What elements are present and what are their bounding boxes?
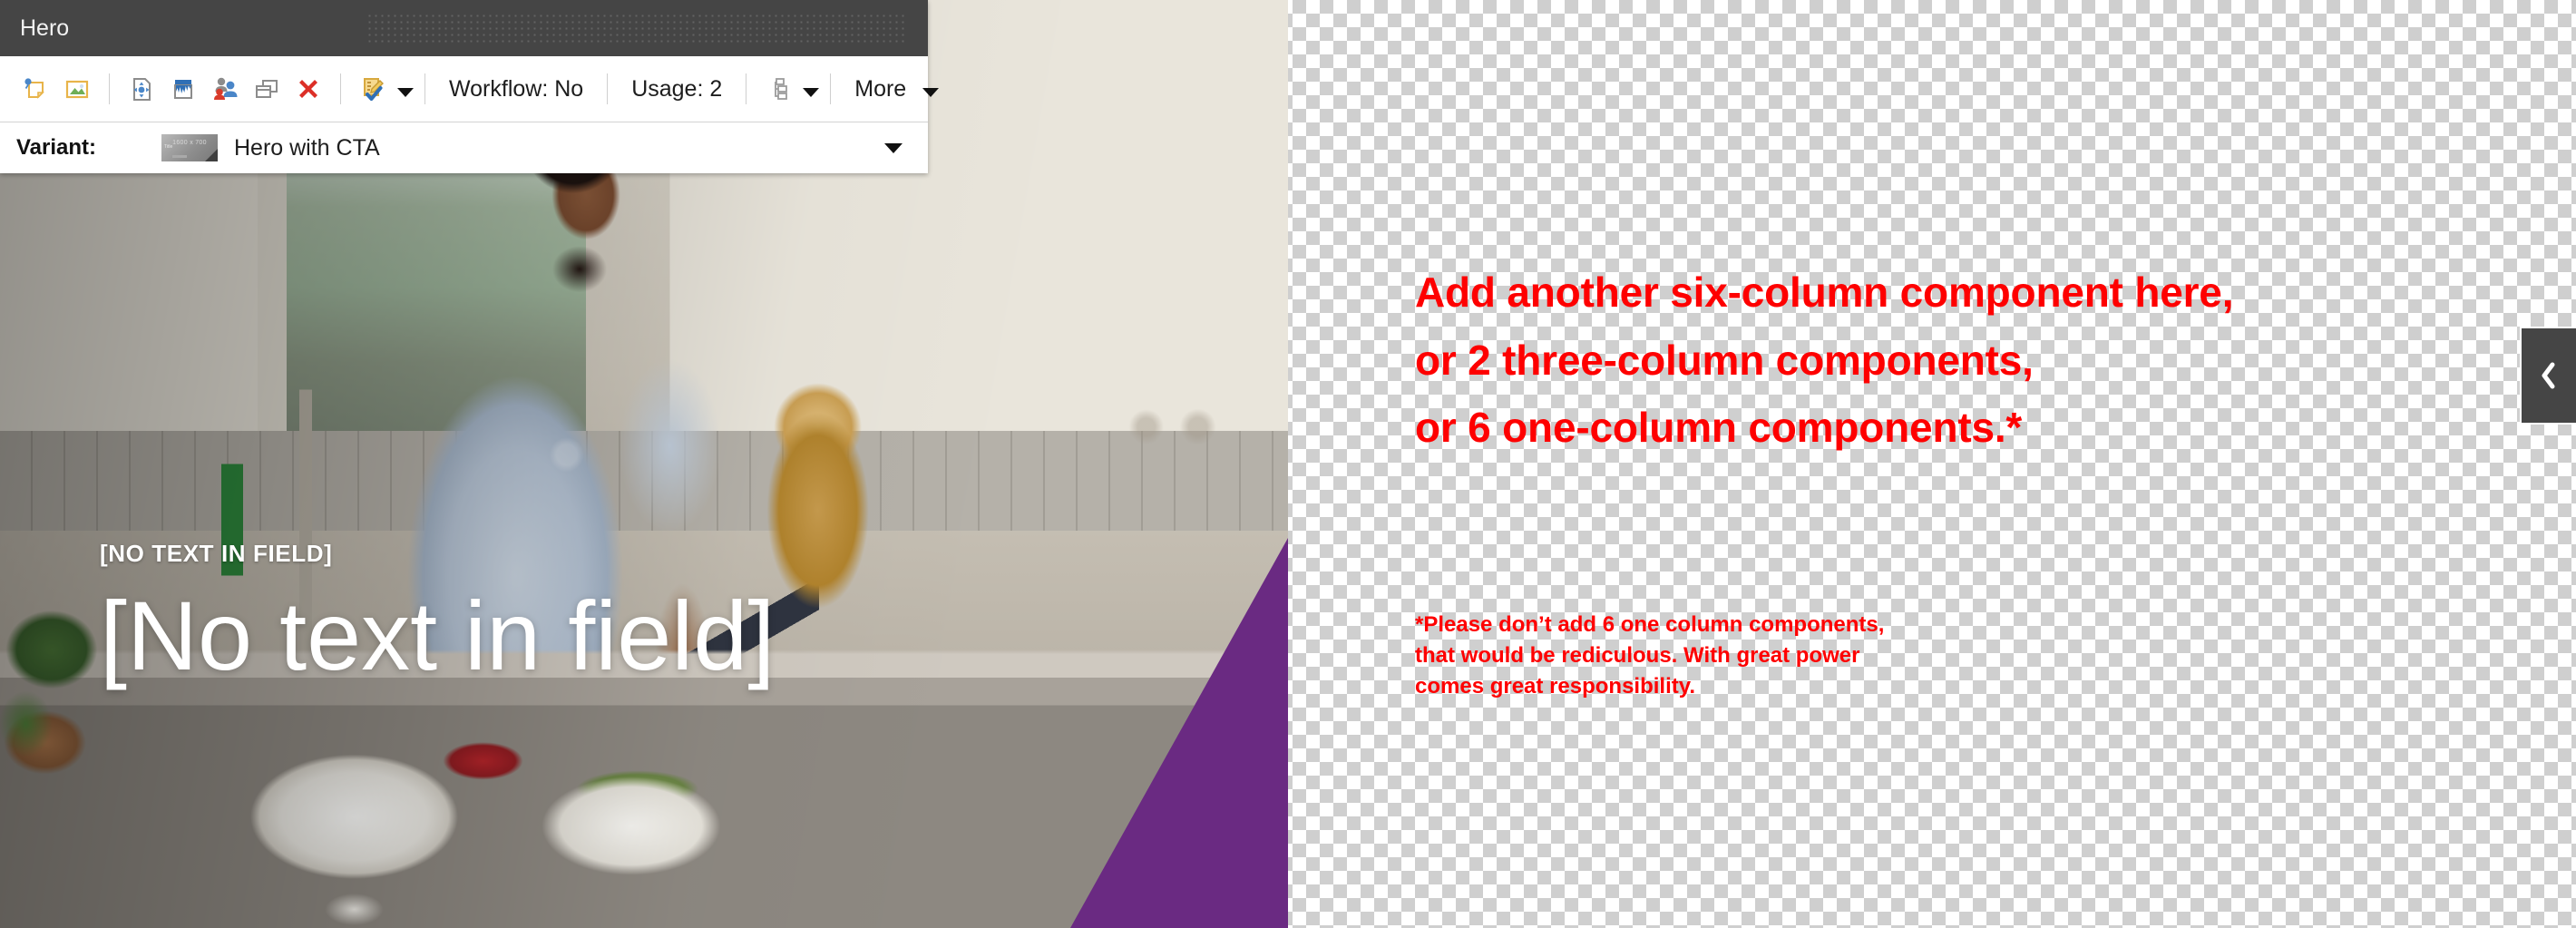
variant-selector-row[interactable]: Variant: Title 1600 x 700 Hero with CTA xyxy=(0,122,928,173)
site-tree-icon[interactable] xyxy=(757,68,799,110)
toolbar-divider xyxy=(109,73,110,104)
site-tree-group[interactable] xyxy=(757,68,820,110)
panel-title: Hero xyxy=(20,15,70,41)
chevron-left-icon xyxy=(2542,362,2555,389)
edit-image-icon[interactable] xyxy=(56,68,98,110)
variant-thumbnail-corner xyxy=(205,149,218,161)
permissions-users-icon[interactable] xyxy=(204,68,246,110)
copy-windows-icon[interactable] xyxy=(246,68,288,110)
variant-selected-value[interactable]: Hero with CTA xyxy=(234,135,884,161)
component-editor-panel[interactable]: Hero Workflow: No Usage: 2 More Variant:… xyxy=(0,0,940,173)
panel-titlebar[interactable]: Hero xyxy=(0,0,928,56)
delete-red-x-icon[interactable] xyxy=(288,68,329,110)
placeholder-notes-headline: Add another six-column component here, o… xyxy=(1415,269,2234,452)
panel-toolbar: Workflow: No Usage: 2 More xyxy=(0,56,940,122)
more-dropdown-caret[interactable] xyxy=(922,88,940,97)
variant-dropdown-caret[interactable] xyxy=(884,142,903,153)
toolbar-divider xyxy=(830,73,832,104)
workflow-approve-icon[interactable] xyxy=(352,68,394,110)
workflow-actions-group[interactable] xyxy=(352,68,414,110)
page-root: [NO TEXT IN FIELD] [No text in field] He… xyxy=(0,0,2576,928)
hero-headline-text[interactable]: [No text in field] xyxy=(100,586,844,686)
variant-thumbnail-bar xyxy=(172,155,187,158)
paint-bucket-icon[interactable] xyxy=(162,68,204,110)
placeholder-notes-footnote: *Please don’t add 6 one column component… xyxy=(1415,612,1885,699)
toolbar-divider xyxy=(424,73,425,104)
variant-thumbnail-dimensions: 1600 x 700 xyxy=(172,140,207,146)
insert-component-icon[interactable] xyxy=(15,68,56,110)
side-panel-collapse-button[interactable] xyxy=(2520,327,2576,425)
hero-copy-block: [NO TEXT IN FIELD] [No text in field] xyxy=(100,540,844,686)
more-menu-group[interactable]: More xyxy=(842,76,940,103)
panel-drag-handle[interactable] xyxy=(366,13,905,44)
site-tree-dropdown-caret[interactable] xyxy=(803,88,820,97)
variant-label: Variant: xyxy=(16,135,97,160)
variant-thumbnail: Title 1600 x 700 xyxy=(161,134,218,161)
hero-eyebrow-text[interactable]: [NO TEXT IN FIELD] xyxy=(100,540,844,568)
usage-count-label: Usage: 2 xyxy=(631,75,723,102)
move-page-icon[interactable] xyxy=(121,68,162,110)
toolbar-divider xyxy=(607,73,609,104)
workflow-dropdown-caret[interactable] xyxy=(397,88,414,97)
placeholder-notes-block: Add another six-column component here, o… xyxy=(1415,259,2531,462)
more-menu-label[interactable]: More xyxy=(842,76,919,103)
toolbar-divider xyxy=(340,73,341,104)
workflow-status-label: Workflow: No xyxy=(449,75,584,102)
